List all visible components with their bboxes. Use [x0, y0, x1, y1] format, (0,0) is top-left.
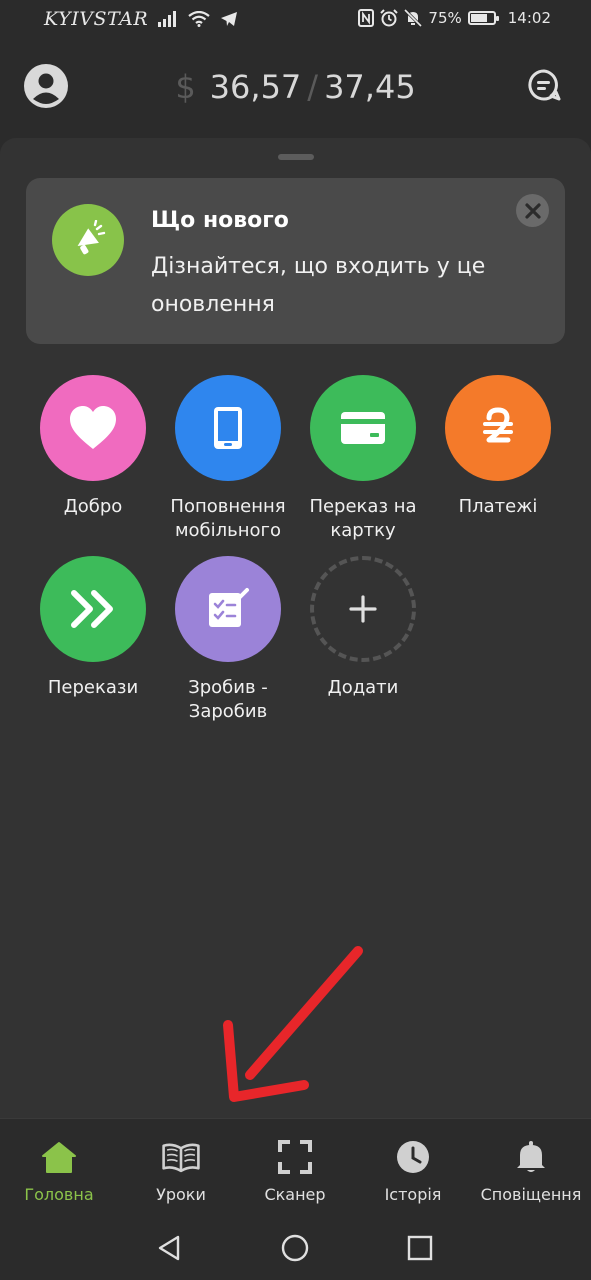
scanner-icon — [278, 1140, 312, 1174]
recents-icon — [407, 1235, 433, 1261]
nfc-icon — [358, 9, 375, 27]
clock-time: 14:02 — [507, 9, 551, 27]
heart-icon — [70, 406, 116, 449]
drag-handle[interactable] — [278, 154, 314, 160]
tile-label: Добро — [63, 496, 123, 517]
tile-dobro[interactable]: Добро — [26, 375, 160, 519]
tile-circle — [40, 556, 146, 662]
carrier-name: KYIVSTAR — [44, 8, 149, 30]
bell-icon — [517, 1141, 545, 1172]
nav-label: Історія — [384, 1185, 442, 1204]
tile-label: Платежі — [458, 496, 538, 517]
tile-done-earned[interactable]: Зробив - Заробив — [161, 556, 295, 724]
news-text: Дізнайтеся, що входить у це оновлення — [151, 254, 486, 317]
rate-buy: 36,57 — [209, 68, 302, 106]
app-header: $36,57/37,45 — [0, 44, 591, 134]
back-icon — [158, 1235, 180, 1261]
status-bar: KYIVSTAR 75% 14:02 — [0, 0, 591, 44]
hryvnia-icon — [483, 407, 513, 443]
tile-card-transfer[interactable]: Переказ на картку — [296, 375, 430, 543]
tile-mobile-topup[interactable]: Поповнення мобільного — [161, 375, 295, 543]
mute-icon — [404, 9, 423, 27]
tile-payments[interactable]: Платежі — [431, 375, 565, 519]
tile-transfers[interactable]: Перекази — [26, 556, 160, 700]
nav-home[interactable]: Головна — [0, 1119, 118, 1217]
rate-sell: 37,45 — [324, 68, 416, 106]
battery-percent: 75% — [428, 9, 462, 27]
back-button[interactable] — [149, 1228, 189, 1268]
tile-circle — [310, 375, 416, 481]
system-navigation — [0, 1216, 591, 1280]
nav-label: Головна — [24, 1185, 94, 1204]
home-circle-icon — [281, 1234, 309, 1262]
card-icon — [341, 412, 385, 444]
rate-separator: / — [307, 68, 319, 106]
alarm-icon — [380, 9, 399, 27]
clock-icon — [397, 1141, 429, 1173]
home-system-button[interactable] — [275, 1228, 315, 1268]
wifi-icon — [188, 11, 210, 27]
phone-icon — [214, 407, 242, 449]
tile-label: Поповнення мобільного — [170, 496, 286, 541]
book-icon — [162, 1143, 200, 1173]
tile-circle — [175, 375, 281, 481]
bottom-navigation: Головна Уроки Сканер Історія Сповіщення — [0, 1118, 591, 1217]
megaphone-icon — [52, 204, 124, 276]
close-icon — [524, 202, 541, 219]
support-chat-button[interactable] — [527, 68, 561, 102]
home-icon — [42, 1142, 76, 1173]
tile-circle-add — [310, 556, 416, 662]
nav-history[interactable]: Історія — [354, 1119, 472, 1217]
double-chevron-icon — [71, 590, 113, 628]
whats-new-card[interactable]: Що нового Дізнайтеся, що входить у це он… — [26, 178, 565, 344]
close-news-button[interactable] — [516, 194, 549, 227]
tile-label: Зробив - Заробив — [188, 677, 268, 722]
tile-circle — [445, 375, 551, 481]
news-title: Що нового — [151, 208, 289, 233]
nav-label: Уроки — [156, 1185, 206, 1204]
nav-scanner[interactable]: Сканер — [236, 1119, 354, 1217]
checklist-icon — [209, 588, 249, 627]
tile-circle — [40, 375, 146, 481]
tile-add[interactable]: Додати — [296, 556, 430, 700]
tile-label: Переказ на картку — [309, 496, 417, 541]
tile-circle — [175, 556, 281, 662]
exchange-rate[interactable]: $36,57/37,45 — [0, 68, 591, 106]
tile-label: Додати — [327, 677, 399, 698]
main-sheet: Що нового Дізнайтеся, що входить у це он… — [0, 138, 591, 1118]
battery-icon — [467, 11, 499, 25]
currency-sign: $ — [175, 68, 196, 106]
signal-icon — [158, 11, 177, 27]
telegram-icon — [221, 12, 238, 26]
tile-label: Перекази — [47, 677, 139, 698]
plus-icon — [349, 595, 377, 623]
nav-notifications[interactable]: Сповіщення — [472, 1119, 590, 1217]
chat-icon — [528, 69, 561, 101]
nav-label: Сповіщення — [480, 1185, 582, 1204]
nav-label: Сканер — [264, 1185, 326, 1204]
recents-button[interactable] — [400, 1228, 440, 1268]
nav-lessons[interactable]: Уроки — [122, 1119, 240, 1217]
